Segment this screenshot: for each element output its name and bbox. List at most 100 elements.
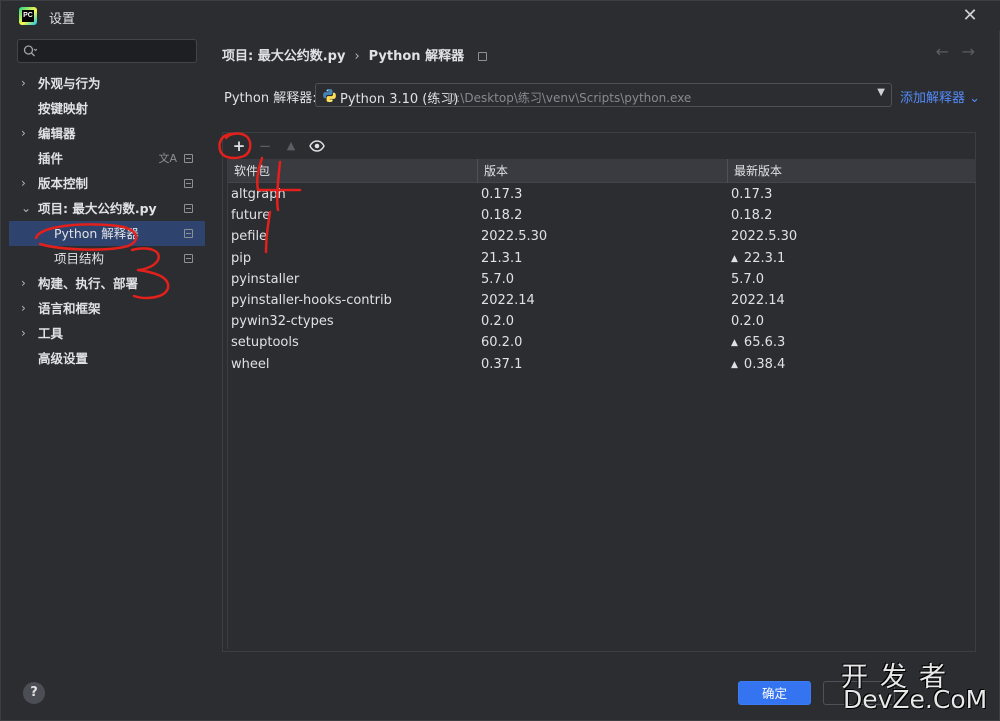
- interpreter-path: D:\Desktop\练习\venv\Scripts\python.exe: [447, 91, 692, 105]
- breadcrumb-project[interactable]: 项目: 最大公约数.py: [222, 49, 345, 64]
- eye-icon[interactable]: [307, 136, 327, 156]
- sidebar-item-label: 插件: [38, 151, 64, 166]
- package-version: 21.3.1: [481, 250, 523, 266]
- upgrade-icon: ▲: [731, 359, 738, 370]
- package-name: altgraph: [231, 187, 286, 202]
- package-latest: 2022.5.30: [731, 229, 798, 245]
- sidebar-item-python-interpreter[interactable]: Python 解释器: [9, 221, 205, 246]
- table-row[interactable]: pefile 2022.5.30 2022.5.30: [228, 226, 976, 247]
- table-row[interactable]: altgraph 0.17.3 0.17.3: [228, 184, 976, 205]
- sidebar-item-label: 项目: 最大公约数.py: [38, 201, 157, 216]
- column-header-latest[interactable]: 最新版本: [728, 159, 976, 183]
- interpreter-row: Python 解释器: Python 3.10 (练习) D:\Desktop\…: [224, 83, 984, 107]
- upgrade-icon: ▲: [731, 338, 738, 349]
- pycharm-logo-icon: [19, 7, 37, 25]
- upgrade-icon: ▲: [731, 253, 738, 264]
- sidebar-item-version-control[interactable]: › 版本控制: [9, 171, 205, 196]
- add-interpreter-label: 添加解释器: [900, 91, 966, 106]
- package-name: pyinstaller: [231, 271, 300, 287]
- table-row[interactable]: future 0.18.2 0.18.2: [228, 205, 976, 226]
- package-name: future: [231, 208, 271, 224]
- package-name: pyinstaller-hooks-contrib: [231, 292, 392, 308]
- breadcrumb-page: Python 解释器: [368, 49, 465, 64]
- sidebar-item-build-execution[interactable]: › 构建、执行、部署: [9, 271, 205, 296]
- package-version: 0.17.3: [481, 187, 523, 202]
- sidebar-item-editor[interactable]: › 编辑器: [9, 121, 205, 146]
- ok-button[interactable]: 确定: [738, 681, 811, 705]
- table-row[interactable]: pip 21.3.1 ▲ 22.3.1: [228, 248, 976, 269]
- back-arrow-icon[interactable]: ←: [936, 42, 949, 61]
- table-row[interactable]: pywin32-ctypes 0.2.0 0.2.0: [228, 311, 976, 332]
- translate-icon: 文A: [158, 152, 177, 165]
- chevron-right-icon: ›: [21, 276, 26, 290]
- sidebar-item-label: 外观与行为: [38, 76, 101, 91]
- dropdown-caret-icon: ▼: [877, 87, 885, 98]
- package-version: 0.2.0: [481, 314, 515, 330]
- package-latest-cell: 5.7.0: [731, 269, 764, 290]
- table-row[interactable]: pyinstaller 5.7.0 5.7.0: [228, 269, 976, 290]
- interpreter-select[interactable]: Python 3.10 (练习) D:\Desktop\练习\venv\Scri…: [315, 83, 892, 107]
- project-level-icon: [184, 179, 193, 188]
- search-input[interactable]: [17, 39, 197, 63]
- package-latest-cell: ▲ 22.3.1: [731, 248, 785, 269]
- table-row[interactable]: setuptools 60.2.0 ▲ 65.6.3: [228, 332, 976, 353]
- chevron-down-icon: ⌄: [969, 91, 981, 106]
- package-latest-cell: 2022.14: [731, 290, 785, 311]
- settings-dialog: 设置 ✕ › 外观与行为 按键映射 › 编辑器 插件: [0, 0, 1000, 721]
- package-latest-cell: 2022.5.30: [731, 226, 797, 247]
- table-row[interactable]: wheel 0.37.1 ▲ 0.38.4: [228, 354, 976, 375]
- close-icon[interactable]: ✕: [959, 5, 981, 27]
- upgrade-icon[interactable]: ▲: [281, 136, 301, 156]
- sidebar-item-project-structure[interactable]: 项目结构: [9, 246, 205, 271]
- sidebar-item-appearance[interactable]: › 外观与行为: [9, 71, 205, 96]
- sidebar-item-label: 语言和框架: [38, 301, 101, 316]
- package-latest: 0.17.3: [731, 187, 773, 202]
- sidebar-item-label: 高级设置: [38, 351, 89, 366]
- table-header: 软件包 版本 最新版本: [228, 159, 976, 183]
- sidebar-item-label: 编辑器: [38, 126, 76, 141]
- settings-nav: › 外观与行为 按键映射 › 编辑器 插件 文A › 版本控制 ⌄ 项目: 最大…: [9, 71, 205, 371]
- package-version: 0.18.2: [481, 208, 523, 224]
- package-latest: 65.6.3: [743, 335, 786, 351]
- chevron-right-icon: ›: [21, 76, 26, 90]
- table-row[interactable]: pyinstaller-hooks-contrib 2022.14 2022.14: [228, 290, 976, 311]
- package-version: 60.2.0: [481, 335, 523, 351]
- add-interpreter-link[interactable]: 添加解释器 ⌄: [900, 87, 980, 106]
- forward-arrow-icon[interactable]: →: [962, 42, 975, 61]
- window-title: 设置: [49, 12, 76, 27]
- settings-content: 项目: 最大公约数.py › Python 解释器 ← → Python 解释器: …: [205, 31, 999, 667]
- chevron-right-icon: ›: [21, 301, 26, 315]
- sidebar-item-keymap[interactable]: 按键映射: [9, 96, 205, 121]
- package-version: 2022.5.30: [481, 229, 548, 245]
- sidebar-item-label: Python 解释器: [54, 226, 139, 241]
- python-icon: [323, 88, 336, 103]
- chevron-down-icon: ⌄: [21, 201, 32, 215]
- search-icon: [23, 45, 37, 57]
- minus-icon[interactable]: −: [255, 136, 275, 156]
- package-latest: 5.7.0: [731, 271, 765, 287]
- breadcrumb: 项目: 最大公约数.py › Python 解释器: [222, 45, 488, 64]
- sidebar-item-plugins[interactable]: 插件 文A: [9, 146, 205, 171]
- package-name: setuptools: [231, 335, 299, 351]
- package-latest-cell: 0.2.0: [731, 311, 764, 332]
- table-body: altgraph 0.17.3 0.17.3 future 0.18.2 0.18.2 pe…: [228, 184, 976, 375]
- package-version: 0.37.1: [481, 356, 523, 372]
- breadcrumb-separator-icon: ›: [354, 49, 360, 64]
- package-name: pip: [231, 250, 252, 266]
- packages-table: 软件包 版本 最新版本 altgraph 0.17.3 0.17.3 future 0.…: [227, 159, 976, 649]
- sidebar-item-languages[interactable]: › 语言和框架: [9, 296, 205, 321]
- package-latest: 22.3.1: [743, 250, 786, 266]
- help-icon[interactable]: ?: [23, 682, 45, 704]
- package-name: pywin32-ctypes: [231, 314, 334, 330]
- package-latest-cell: ▲ 65.6.3: [731, 332, 785, 353]
- column-header-version[interactable]: 版本: [478, 159, 728, 183]
- chevron-right-icon: ›: [21, 326, 26, 340]
- watermark: 开发者 DevZe.CoM: [841, 655, 996, 717]
- sidebar-item-advanced[interactable]: 高级设置: [9, 346, 205, 371]
- sidebar-item-tools[interactable]: › 工具: [9, 321, 205, 346]
- sidebar-item-project[interactable]: ⌄ 项目: 最大公约数.py: [9, 196, 205, 221]
- column-header-package[interactable]: 软件包: [228, 159, 478, 183]
- package-latest: 0.2.0: [731, 314, 765, 330]
- package-latest-cell: 0.18.2: [731, 205, 772, 226]
- plus-icon[interactable]: +: [229, 136, 249, 156]
